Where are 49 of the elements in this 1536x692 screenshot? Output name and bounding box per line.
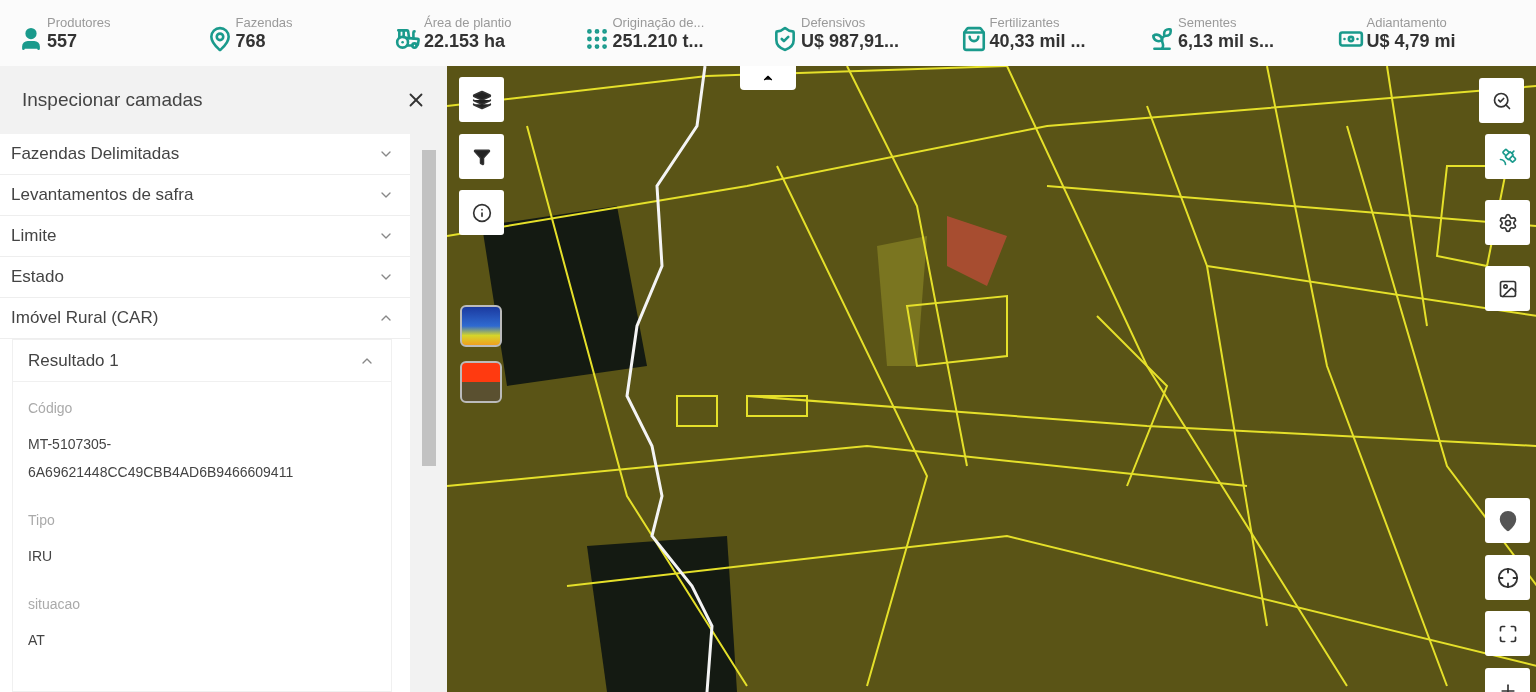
- location-pin-button[interactable]: [1485, 498, 1530, 543]
- field-value: MT-5107305-6A69621448CC49CBB4AD6B9466609411: [28, 435, 295, 482]
- stat-label: Produtores: [47, 14, 111, 30]
- stat-value: 40,33 mil ...: [989, 29, 1086, 52]
- fullscreen-icon: [1497, 623, 1518, 644]
- stat-label: Sementes: [1178, 14, 1238, 30]
- info-icon: [471, 202, 492, 223]
- stat-value: U$ 4,79 mi: [1366, 29, 1456, 52]
- satellite-icon: [1497, 146, 1518, 167]
- stat-value: 6,13 mil s...: [1178, 29, 1275, 52]
- search-icon: [1491, 90, 1512, 111]
- layers-icon: [471, 89, 492, 110]
- stat-value: U$ 987,91...: [801, 29, 900, 52]
- scrollbar-thumb[interactable]: [421, 150, 436, 466]
- fullscreen-button[interactable]: [1485, 611, 1530, 656]
- field-value: IRU: [28, 547, 54, 566]
- satellite-map-drawing[interactable]: [447, 66, 1536, 692]
- bag-icon: [960, 25, 987, 52]
- field-value: AT: [28, 631, 46, 650]
- stat-label: Originação de...: [612, 14, 705, 30]
- stat-label: Fazendas: [235, 14, 293, 30]
- stat-value: 768: [235, 29, 267, 52]
- layer-thumbnail[interactable]: [460, 361, 502, 403]
- stat-label: Área de plantio: [424, 14, 512, 30]
- stat-value: 251.210 t...: [612, 30, 705, 52]
- field-label: Tipo: [28, 512, 56, 528]
- satellite-button[interactable]: [1485, 134, 1530, 179]
- sprout-icon: [1149, 25, 1175, 52]
- settings-button[interactable]: [1485, 200, 1530, 245]
- filter-icon: [472, 147, 491, 166]
- stat-label: Adiantamento: [1366, 14, 1448, 30]
- image-button[interactable]: [1485, 266, 1530, 311]
- stat-value: 22.153 ha: [424, 30, 507, 52]
- layers-button[interactable]: [459, 77, 504, 122]
- stat-value: 557: [47, 29, 79, 52]
- search-button[interactable]: [1479, 78, 1524, 123]
- shield-icon: [772, 25, 798, 52]
- locate-button[interactable]: [1485, 555, 1530, 600]
- stat-label: Fertilizantes: [989, 14, 1061, 30]
- field-label: situacao: [28, 596, 82, 612]
- info-button[interactable]: [459, 190, 504, 235]
- field-label: Código: [28, 400, 74, 416]
- settings-icon: [1497, 212, 1518, 233]
- crosshair-icon: [1496, 566, 1519, 589]
- stat-label: Defensivos: [801, 14, 867, 30]
- panel-title: Inspecionar camadas: [22, 89, 203, 111]
- heatmap-thumbnail[interactable]: [460, 305, 502, 347]
- filter-button[interactable]: [459, 134, 504, 179]
- image-icon: [1497, 278, 1518, 299]
